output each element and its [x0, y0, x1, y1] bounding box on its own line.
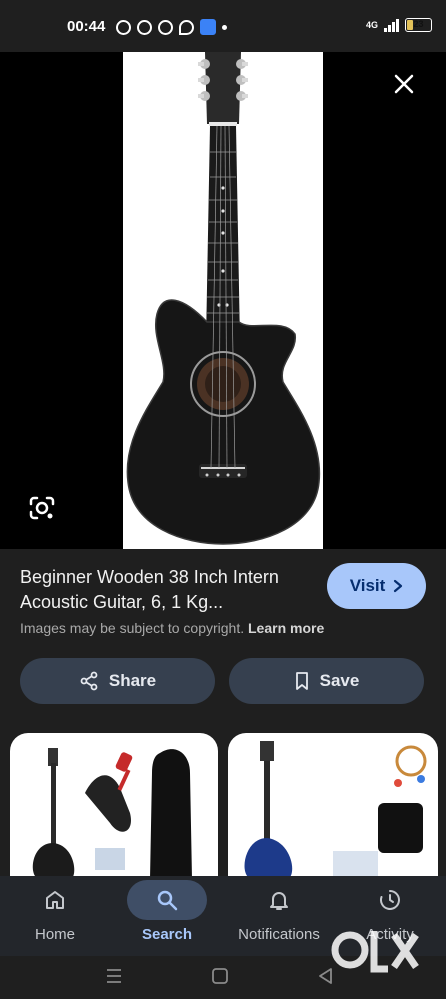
share-button[interactable]: Share [20, 658, 215, 704]
copyright-notice: Images may be subject to copyright. Lear… [20, 620, 324, 636]
google-lens-button[interactable] [28, 494, 56, 522]
menu-icon [107, 969, 121, 983]
guitar-image [123, 52, 323, 549]
share-icon [80, 671, 98, 691]
nav-activity-pill [350, 880, 430, 920]
battery-icon: 23 [405, 18, 432, 32]
olx-logo-icon [331, 931, 419, 973]
copyright-text: Images may be subject to copyright. [20, 620, 245, 636]
app-icon [200, 19, 216, 35]
save-label: Save [319, 671, 360, 690]
nav-notifications[interactable]: Notifications [228, 876, 330, 956]
close-icon [394, 74, 414, 94]
nav-notifications-label: Notifications [238, 926, 320, 943]
status-bar: 00:44 4G 23 [0, 0, 446, 52]
home-button[interactable] [208, 964, 232, 988]
nav-home-label: Home [34, 926, 75, 943]
share-label: Share [108, 671, 157, 690]
nav-search-label: Search [141, 926, 193, 943]
notification-icons [116, 19, 227, 35]
related-image-card[interactable] [10, 733, 218, 879]
olx-watermark [330, 925, 422, 975]
recents-button[interactable] [102, 964, 126, 988]
save-button[interactable]: Save [229, 658, 424, 704]
more-dot-icon [222, 24, 227, 30]
activity-icon [380, 890, 400, 910]
whatsapp-icon [116, 19, 131, 35]
nav-home[interactable]: Home [15, 876, 95, 956]
guitar-accessories-image [244, 741, 427, 879]
visit-label: Visit [349, 576, 386, 595]
image-viewer [0, 52, 446, 549]
square-icon [212, 968, 228, 984]
close-button[interactable] [392, 72, 416, 96]
signal-icon [384, 18, 399, 32]
network-label: 4G [365, 20, 378, 30]
nav-notifications-pill [239, 880, 319, 920]
battery-level: 23 [413, 19, 424, 29]
nav-home-pill [15, 880, 95, 920]
home-icon [46, 891, 64, 909]
visit-button[interactable]: Visit [327, 563, 426, 609]
bookmark-icon [295, 672, 308, 690]
bell-icon [270, 892, 288, 910]
status-time: 00:44 [67, 18, 106, 35]
result-title[interactable]: Beginner Wooden 38 Inch Intern Acoustic … [20, 565, 315, 615]
location-icon [179, 19, 194, 35]
viber-icon [158, 19, 173, 35]
related-image-card[interactable] [228, 733, 438, 879]
guitar-kit-image [32, 748, 192, 879]
system-icons: 4G 23 [366, 18, 432, 32]
search-icon [157, 890, 178, 911]
google-lens-icon [29, 496, 55, 520]
result-info-panel: Beginner Wooden 38 Inch Intern Acoustic … [0, 549, 446, 879]
nav-search[interactable]: Search [127, 876, 207, 956]
learn-more-link[interactable]: Learn more [248, 620, 324, 636]
chevron-right-icon [394, 579, 403, 593]
nav-search-pill [127, 880, 207, 920]
messenger-icon [137, 19, 152, 35]
